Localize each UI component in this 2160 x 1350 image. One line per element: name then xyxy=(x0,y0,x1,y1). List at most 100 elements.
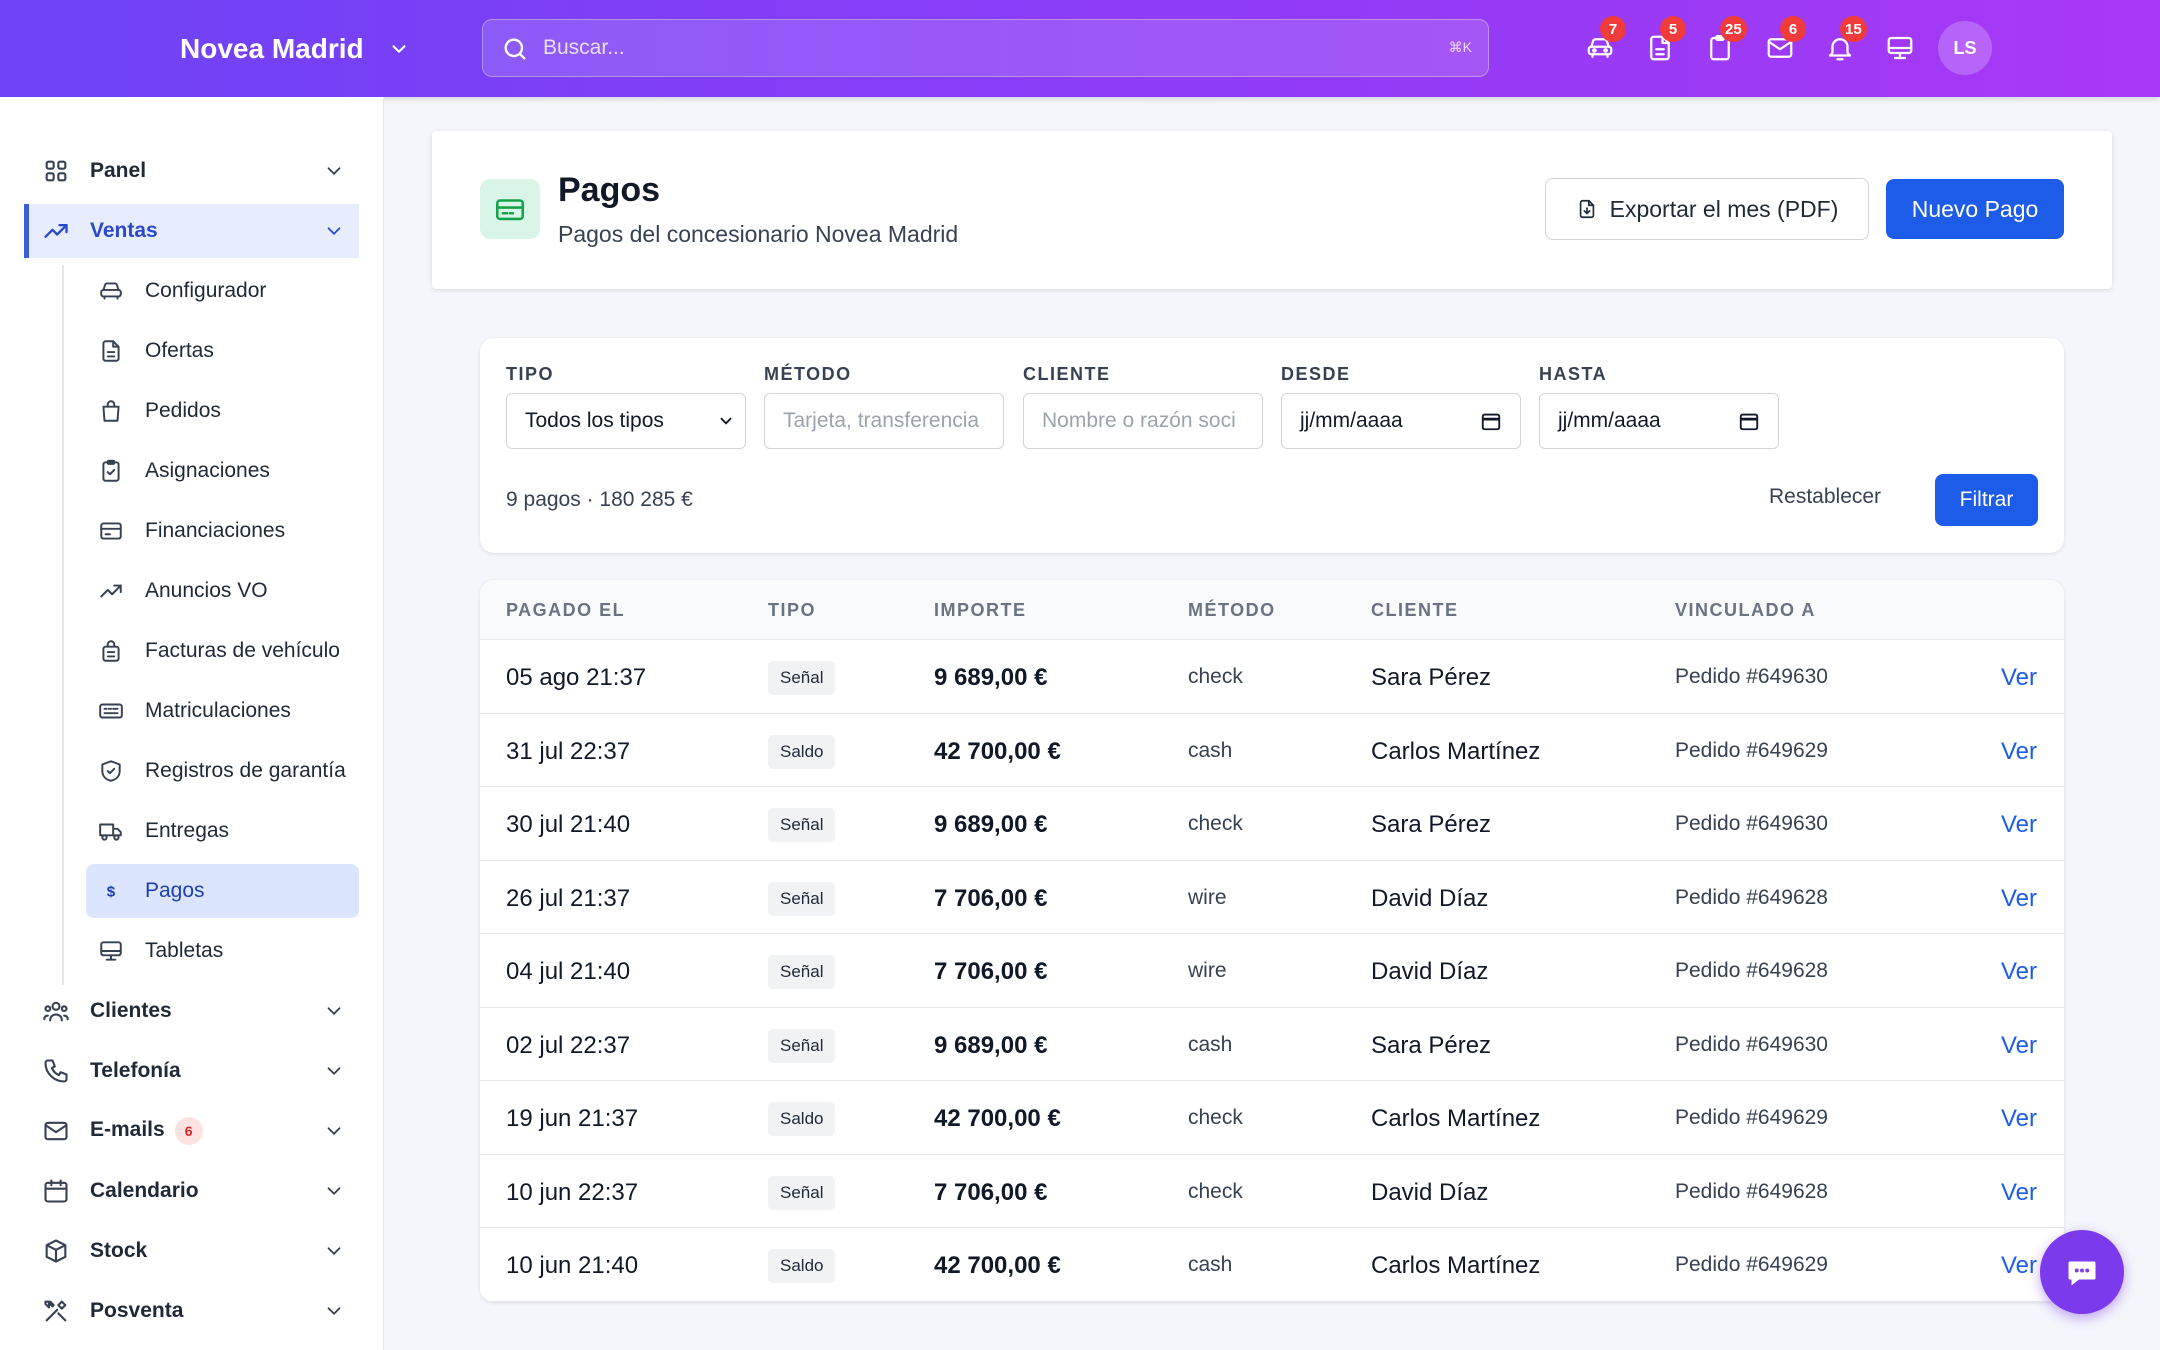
cliente-input[interactable]: Nombre o razón soci xyxy=(1023,393,1263,449)
shopping-bag-icon xyxy=(102,400,120,422)
table-row[interactable]: 04 jul 21:40 Señal 7 706,00 € wire David Día… xyxy=(480,934,2064,1008)
sidebar-item-label: Anuncios VO xyxy=(145,579,268,602)
table-row[interactable]: 02 jul 22:37 Señal 9 689,00 € cash Sara Pére… xyxy=(480,1008,2064,1081)
filter-button[interactable]: Filtrar xyxy=(1935,474,2038,526)
view-link[interactable]: Ver xyxy=(2001,1105,2037,1133)
display-button[interactable] xyxy=(1870,20,1930,76)
metodo-input[interactable]: Tarjeta, transferencia xyxy=(764,393,1004,449)
mail-button[interactable]: 6 xyxy=(1750,16,1810,76)
sidebar-item-label: Stock xyxy=(90,1239,148,1262)
sidebar-item-label: Matriculaciones xyxy=(145,699,291,722)
sidebar-item-facturas[interactable]: Facturas de vehículo xyxy=(86,624,359,678)
sidebar-item-calendario[interactable]: Calendario xyxy=(24,1164,359,1218)
table-row[interactable]: 10 jun 22:37 Señal 7 706,00 € check David Dí… xyxy=(480,1155,2064,1228)
tipo-select[interactable]: Todos los tipos xyxy=(506,393,746,449)
sidebar-item-posventa[interactable]: Posventa xyxy=(24,1284,359,1338)
sidebar-item-ofertas[interactable]: Ofertas xyxy=(86,324,359,378)
chevron-down-icon xyxy=(327,1307,341,1316)
view-link[interactable]: Ver xyxy=(2001,664,2037,692)
hasta-date-input[interactable]: jj/mm/aaaa xyxy=(1539,393,1779,449)
sidebar-item-ventas[interactable]: Ventas xyxy=(24,204,359,258)
payment-amount: 7 706,00 € xyxy=(934,958,1048,985)
export-pdf-button[interactable]: Exportar el mes (PDF) xyxy=(1545,178,1869,240)
column-header[interactable]: CLIENTE xyxy=(1371,600,1459,621)
view-link[interactable]: Ver xyxy=(2001,738,2037,766)
payments-table: PAGADO EL TIPO IMPORTE MÉTODO CLIENTE VI… xyxy=(480,580,2064,1302)
table-row[interactable]: 30 jul 21:40 Señal 9 689,00 € check Sara Pér… xyxy=(480,787,2064,861)
linked-order: Pedido #649629 xyxy=(1675,1253,1828,1276)
desde-date-input[interactable]: jj/mm/aaaa xyxy=(1281,393,1521,449)
view-link[interactable]: Ver xyxy=(2001,885,2037,913)
payment-amount: 42 700,00 € xyxy=(934,1105,1061,1132)
view-link[interactable]: Ver xyxy=(2001,1179,2037,1207)
documents-button[interactable]: 5 xyxy=(1630,16,1690,76)
view-link[interactable]: Ver xyxy=(2001,1252,2037,1280)
payment-client: Sara Pérez xyxy=(1371,664,1492,691)
monitor-icon xyxy=(1887,36,1913,60)
column-header[interactable]: VINCULADO A xyxy=(1675,600,1816,621)
notifications-button[interactable]: 15 xyxy=(1810,16,1870,76)
payment-client: Carlos Martínez xyxy=(1371,1105,1541,1132)
sidebar-item-label: Registros de garantía xyxy=(145,759,346,782)
column-header[interactable]: IMPORTE xyxy=(934,600,1027,621)
sidebar-item-matriculaciones[interactable]: Matriculaciones xyxy=(86,684,359,738)
search-input[interactable] xyxy=(543,20,1403,76)
sidebar-item-emails[interactable]: E-mails 6 xyxy=(24,1104,359,1158)
tipo-value: Todos los tipos xyxy=(525,409,664,432)
avatar[interactable]: LS xyxy=(1938,21,1992,75)
table-row[interactable]: 19 jun 21:37 Saldo 42 700,00 € check Carlos … xyxy=(480,1081,2064,1155)
view-link[interactable]: Ver xyxy=(2001,958,2037,986)
vehicles-button[interactable]: 7 xyxy=(1570,16,1630,76)
trending-up-icon xyxy=(100,584,122,598)
reset-button[interactable]: Restablecer xyxy=(1769,485,1881,509)
sidebar-item-asignaciones[interactable]: Asignaciones xyxy=(86,444,359,498)
new-payment-button[interactable]: Nuevo Pago xyxy=(1886,179,2064,239)
sidebar-item-label: Clientes xyxy=(90,999,172,1022)
table-row[interactable]: 26 jul 21:37 Señal 7 706,00 € wire David Día… xyxy=(480,861,2064,934)
column-header[interactable]: PAGADO EL xyxy=(506,600,625,621)
table-header: PAGADO EL TIPO IMPORTE MÉTODO CLIENTE VI… xyxy=(480,580,2064,640)
sidebar-item-entregas[interactable]: Entregas xyxy=(86,804,359,858)
hasta-value: jj/mm/aaaa xyxy=(1558,409,1661,432)
sidebar-item-label: Ofertas xyxy=(145,339,214,362)
table-row[interactable]: 05 ago 21:37 Señal 9 689,00 € check Sara Pér… xyxy=(480,640,2064,714)
tasks-button[interactable]: 25 xyxy=(1690,16,1750,76)
payment-date: 04 jul 21:40 xyxy=(506,958,631,985)
view-link[interactable]: Ver xyxy=(2001,1032,2037,1060)
sidebar-item-emails-label: E-mails 6 xyxy=(90,1117,203,1145)
table-row[interactable]: 31 jul 22:37 Saldo 42 700,00 € cash Carlos M… xyxy=(480,714,2064,787)
calendar-icon xyxy=(1739,413,1759,431)
payment-client: Sara Pérez xyxy=(1371,1031,1492,1059)
payment-amount: 42 700,00 € xyxy=(934,737,1061,765)
sidebar-item-panel[interactable]: Panel xyxy=(24,144,359,198)
sidebar-item-clientes[interactable]: Clientes xyxy=(24,984,359,1038)
search-bar[interactable]: ⌘K xyxy=(482,19,1489,77)
sidebar-item-pagos[interactable]: $ Pagos xyxy=(86,864,359,918)
page-subtitle: Pagos del concesionario Novea Madrid xyxy=(558,221,959,247)
column-header[interactable]: MÉTODO xyxy=(1188,600,1276,621)
sidebar-item-stock[interactable]: Stock xyxy=(24,1224,359,1278)
payment-client: Carlos Martínez xyxy=(1371,737,1541,765)
column-header[interactable]: TIPO xyxy=(768,600,816,621)
sidebar-item-telefonia[interactable]: Telefonía xyxy=(24,1044,359,1098)
payment-date: 10 jun 22:37 xyxy=(506,1178,639,1206)
view-link[interactable]: Ver xyxy=(2001,811,2037,839)
license-plate-icon xyxy=(99,703,123,719)
dealer-switcher[interactable]: Novea Madrid xyxy=(180,0,410,97)
search-shortcut: ⌘K xyxy=(1448,39,1472,55)
sidebar-item-financiaciones[interactable]: Financiaciones xyxy=(86,504,359,558)
sidebar-item-pedidos[interactable]: Pedidos xyxy=(86,384,359,438)
sidebar-item-tabletas[interactable]: Tabletas xyxy=(86,924,359,978)
payment-type-badge: Saldo xyxy=(768,1102,836,1136)
sidebar-item-garantia[interactable]: Registros de garantía xyxy=(86,744,359,798)
calendar-icon xyxy=(1481,413,1501,431)
table-row[interactable]: 10 jun 21:40 Saldo 42 700,00 € cash Carlos M… xyxy=(480,1228,2064,1302)
payment-method: cash xyxy=(1188,738,1233,762)
chevron-down-icon xyxy=(327,1187,341,1196)
sidebar-item-anuncios-vo[interactable]: Anuncios VO xyxy=(86,564,359,618)
sidebar-item-configurador[interactable]: Configurador xyxy=(86,264,359,318)
chat-button[interactable] xyxy=(2040,1230,2124,1314)
monitor-icon xyxy=(100,941,122,961)
sidebar-item-label: Telefonía xyxy=(90,1059,181,1082)
svg-text:$: $ xyxy=(107,883,116,900)
